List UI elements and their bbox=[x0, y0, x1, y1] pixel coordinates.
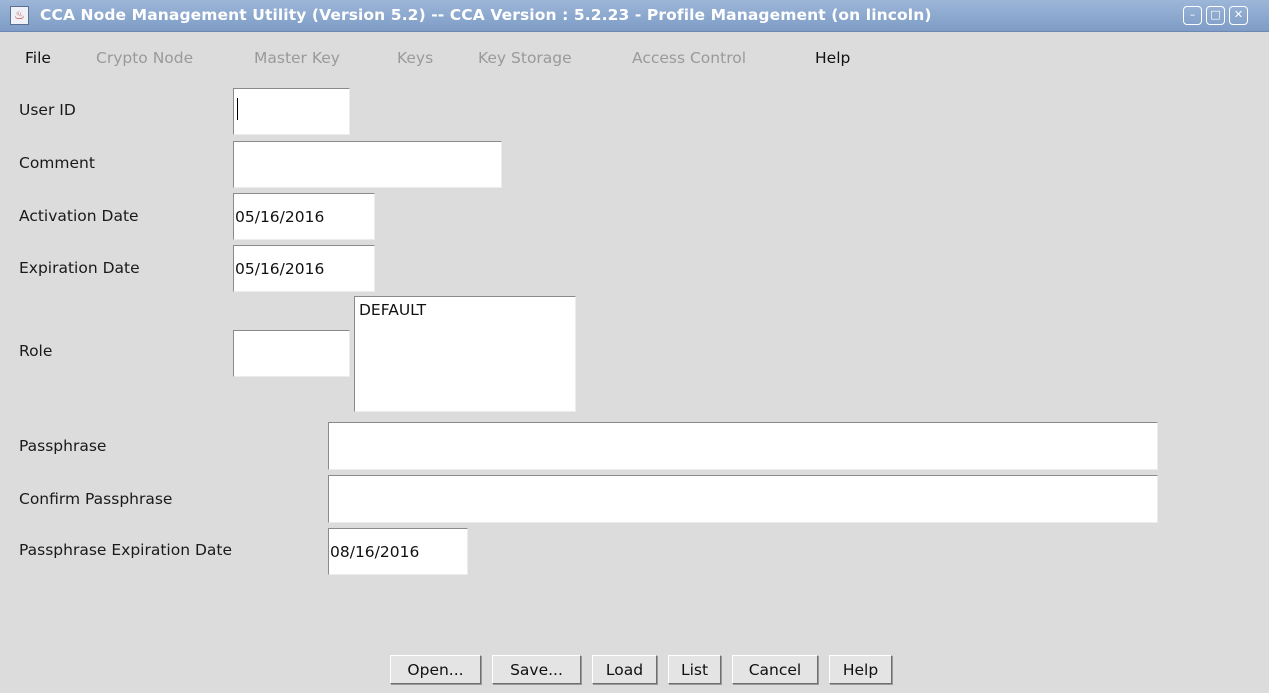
profile-management-window: ♨ CCA Node Management Utility (Version 5… bbox=[0, 0, 1269, 693]
menu-master-key[interactable]: Master Key bbox=[254, 49, 340, 67]
menu-access-control[interactable]: Access Control bbox=[632, 49, 746, 67]
window-title: CCA Node Management Utility (Version 5.2… bbox=[40, 6, 932, 24]
comment-input[interactable] bbox=[233, 141, 502, 188]
menu-crypto-node[interactable]: Crypto Node bbox=[96, 49, 193, 67]
confirm-passphrase-input[interactable] bbox=[328, 475, 1158, 523]
load-button[interactable]: Load bbox=[592, 655, 657, 684]
expiration-date-label: Expiration Date bbox=[19, 259, 140, 277]
menu-key-storage[interactable]: Key Storage bbox=[478, 49, 572, 67]
role-label: Role bbox=[19, 342, 53, 360]
save-button[interactable]: Save... bbox=[492, 655, 581, 684]
minimize-icon[interactable]: – bbox=[1183, 6, 1202, 25]
title-bar[interactable]: ♨ CCA Node Management Utility (Version 5… bbox=[0, 0, 1269, 32]
expiration-date-input[interactable] bbox=[233, 245, 375, 292]
java-app-icon[interactable]: ♨ bbox=[10, 6, 29, 25]
menu-help[interactable]: Help bbox=[815, 49, 850, 67]
passphrase-expiration-date-label: Passphrase Expiration Date bbox=[19, 541, 233, 559]
passphrase-input[interactable] bbox=[328, 422, 1158, 470]
activation-date-label: Activation Date bbox=[19, 207, 139, 225]
passphrase-label: Passphrase bbox=[19, 437, 107, 455]
user-id-input[interactable] bbox=[233, 88, 350, 135]
maximize-icon[interactable]: □ bbox=[1206, 6, 1225, 25]
menu-keys[interactable]: Keys bbox=[397, 49, 433, 67]
user-id-label: User ID bbox=[19, 101, 76, 119]
close-icon[interactable]: ✕ bbox=[1229, 6, 1248, 25]
role-list[interactable]: DEFAULT bbox=[354, 296, 576, 412]
role-option-default[interactable]: DEFAULT bbox=[359, 301, 426, 319]
menu-file[interactable]: File bbox=[25, 49, 51, 67]
role-input[interactable] bbox=[233, 330, 350, 377]
passphrase-expiration-date-input[interactable] bbox=[328, 528, 468, 575]
list-button[interactable]: List bbox=[668, 655, 721, 684]
menu-bar: File Crypto Node Master Key Keys Key Sto… bbox=[0, 32, 1269, 88]
open-button[interactable]: Open... bbox=[390, 655, 481, 684]
comment-label: Comment bbox=[19, 154, 95, 172]
cancel-button[interactable]: Cancel bbox=[732, 655, 818, 684]
help-button[interactable]: Help bbox=[829, 655, 892, 684]
text-caret bbox=[237, 98, 238, 120]
confirm-passphrase-label: Confirm Passphrase bbox=[19, 490, 173, 508]
activation-date-input[interactable] bbox=[233, 193, 375, 240]
